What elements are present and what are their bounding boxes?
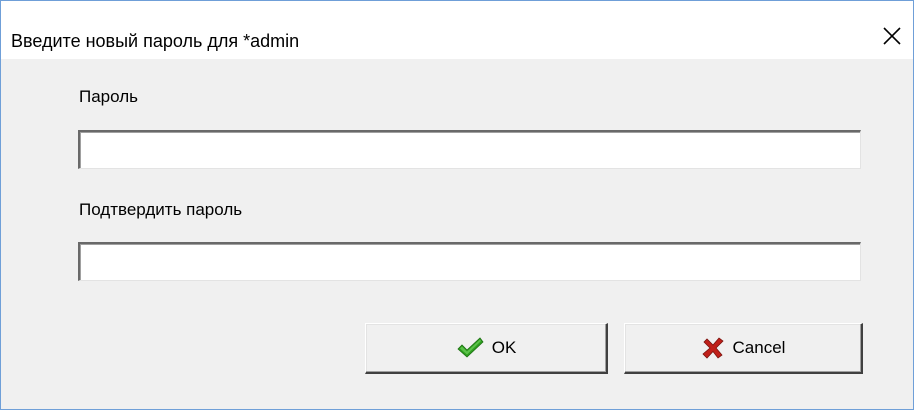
checkmark-icon <box>456 336 484 360</box>
cancel-button[interactable]: Cancel <box>624 323 863 374</box>
confirm-password-label: Подтвердить пароль <box>79 200 243 219</box>
password-dialog: Введите новый пароль для *admin Пароль П… <box>0 0 914 410</box>
ok-button-label: OK <box>491 338 517 357</box>
confirm-password-input[interactable] <box>78 242 861 281</box>
close-icon <box>883 27 901 45</box>
password-label: Пароль <box>79 87 138 106</box>
close-button[interactable] <box>877 21 907 51</box>
window-title: Введите новый пароль для *admin <box>11 31 300 51</box>
title-bar: Введите новый пароль для *admin <box>1 1 913 59</box>
red-x-icon <box>701 336 725 360</box>
cancel-button-label: Cancel <box>732 338 786 357</box>
password-input[interactable] <box>78 130 861 169</box>
ok-button[interactable]: OK <box>365 323 608 374</box>
